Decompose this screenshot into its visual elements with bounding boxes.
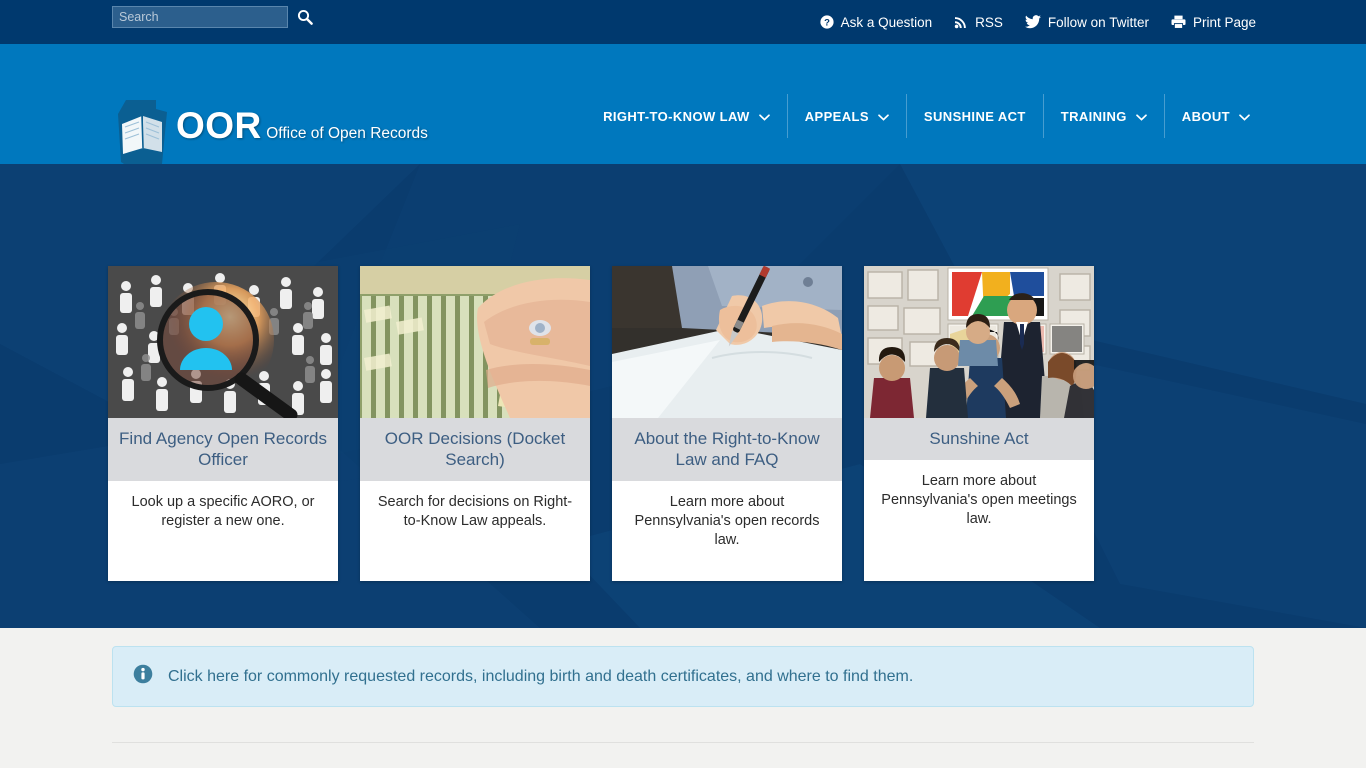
svg-text:?: ? — [824, 18, 830, 29]
site-header: OOR Office of Open Records RIGHT-TO-KNOW… — [0, 44, 1366, 172]
nav-item-label: TRAINING — [1060, 108, 1127, 124]
feature-card-description: Learn more about Pennsylvania's open rec… — [612, 481, 842, 581]
magnifying-glass-over-crowd-photo — [108, 266, 338, 418]
twitter-icon — [1024, 15, 1041, 29]
main-navigation: RIGHT-TO-KNOW LAW APPEALS SUNSHINE ACT T… — [586, 94, 1256, 138]
feature-card-title: Find Agency Open Records Officer — [108, 418, 338, 481]
question-circle-icon: ? — [819, 15, 834, 29]
nav-item-training[interactable]: TRAINING — [1042, 94, 1164, 138]
feature-card-title: Sunshine Act — [864, 418, 1094, 460]
nav-item-sunshine-act[interactable]: SUNSHINE ACT — [905, 94, 1043, 138]
search-icon — [297, 9, 313, 25]
feature-card-description: Search for decisions on Right-to-Know La… — [360, 481, 590, 581]
feature-cards: Find Agency Open Records Officer Look up… — [108, 266, 1094, 581]
public-meeting-group-photo — [864, 266, 1094, 418]
utility-link-follow-on-twitter[interactable]: Follow on Twitter — [1024, 14, 1149, 30]
nav-item-label: SUNSHINE ACT — [923, 108, 1026, 124]
main-content: Click here for commonly requested record… — [0, 628, 1366, 768]
logo-subtitle: Office of Open Records — [266, 125, 428, 142]
feature-card-oor-decisions-docket-search[interactable]: OOR Decisions (Docket Search) Search for… — [360, 266, 590, 581]
top-utility-bar: ? Ask a Question RSS Follow on Twitter — [0, 0, 1366, 44]
rss-icon — [954, 15, 968, 29]
info-circle-icon — [133, 664, 153, 689]
utility-link-label: Follow on Twitter — [1047, 14, 1149, 30]
chevron-down-icon — [878, 109, 889, 124]
commonly-requested-records-alert[interactable]: Click here for commonly requested record… — [112, 646, 1254, 707]
nav-item-label: ABOUT — [1181, 108, 1230, 124]
utility-link-label: Ask a Question — [840, 14, 933, 30]
chevron-down-icon — [1135, 109, 1147, 124]
chevron-down-icon — [1239, 109, 1250, 124]
search-input[interactable] — [112, 6, 288, 28]
chevron-down-icon — [758, 109, 770, 124]
feature-card-sunshine-act[interactable]: Sunshine Act Learn more about Pennsylvan… — [864, 266, 1094, 581]
person-writing-with-pen-photo — [612, 266, 842, 418]
feature-card-description: Look up a specific AORO, or register a n… — [108, 481, 338, 581]
utility-link-label: Print Page — [1192, 14, 1256, 30]
nav-item-about[interactable]: ABOUT — [1163, 94, 1256, 138]
search-submit-button[interactable] — [297, 9, 313, 25]
hero-section: Find Agency Open Records Officer Look up… — [0, 164, 1366, 628]
utility-links: ? Ask a Question RSS Follow on Twitter P… — [819, 14, 1256, 30]
search-form — [112, 6, 313, 28]
feature-card-title: OOR Decisions (Docket Search) — [360, 418, 590, 481]
alert-message: Click here for commonly requested record… — [168, 667, 914, 685]
utility-link-rss[interactable]: RSS — [954, 15, 1003, 30]
feature-card-title: About the Right-to-Know Law and FAQ — [612, 418, 842, 481]
feature-card-find-agency-open-records-officer[interactable]: Find Agency Open Records Officer Look up… — [108, 266, 338, 581]
logo-title: OOR — [176, 105, 262, 146]
feature-card-about-the-right-to-know-law-and-faq[interactable]: About the Right-to-Know Law and FAQ Lear… — [612, 266, 842, 581]
utility-link-label: RSS — [975, 14, 1003, 30]
utility-link-print-page[interactable]: Print Page — [1171, 15, 1256, 30]
utility-link-ask-a-question[interactable]: ? Ask a Question — [819, 14, 933, 30]
feature-card-description: Learn more about Pennsylvania's open mee… — [864, 460, 1094, 581]
hands-in-file-folders-photo — [360, 266, 590, 418]
nav-item-label: APPEALS — [804, 108, 869, 124]
nav-item-right-to-know-law[interactable]: RIGHT-TO-KNOW LAW — [586, 94, 787, 138]
printer-icon — [1171, 15, 1186, 29]
section-divider — [112, 742, 1254, 743]
nav-item-appeals[interactable]: APPEALS — [786, 94, 906, 138]
nav-item-label: RIGHT-TO-KNOW LAW — [603, 108, 750, 124]
